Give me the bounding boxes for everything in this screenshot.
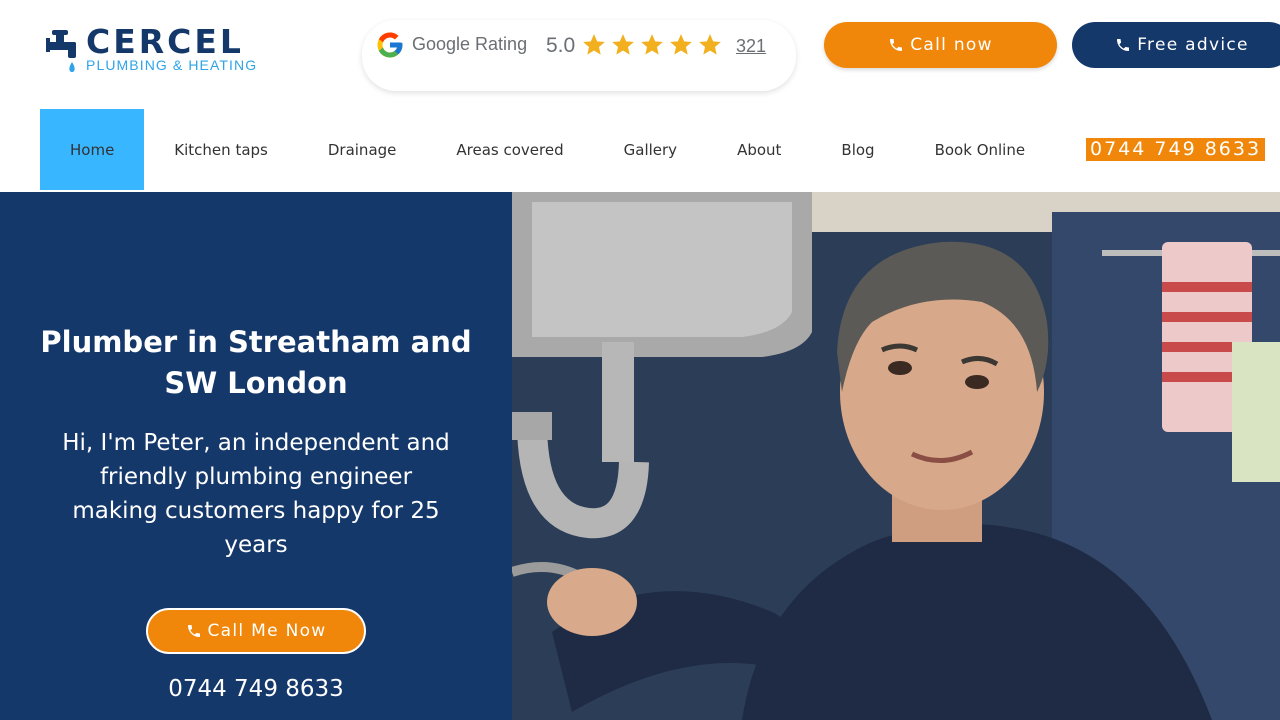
review-count-link[interactable]: 321 — [736, 36, 766, 57]
nav-phone-link[interactable]: 0744 749 8633 — [1086, 138, 1266, 161]
main-nav: Home Kitchen taps Drainage Areas covered… — [40, 109, 1055, 190]
hero-panel: Plumber in Streatham and SW London Hi, I… — [0, 192, 512, 720]
nav-item-areas-covered[interactable]: Areas covered — [426, 109, 593, 190]
star-icon — [670, 34, 692, 55]
call-me-now-label: Call Me Now — [207, 621, 327, 641]
hero-intro-text: Hi, I'm Peter, an independent and friend… — [62, 430, 450, 558]
site-header: CERCEL PLUMBING & HEATING Google Rating … — [0, 0, 1280, 192]
google-rating-badge[interactable]: Google Rating 5.0 321 — [362, 20, 796, 91]
star-icon — [699, 34, 721, 55]
nav-item-gallery[interactable]: Gallery — [594, 109, 707, 190]
logo-tagline: PLUMBING & HEATING — [86, 57, 258, 73]
tap-icon — [46, 30, 76, 72]
call-now-label: Call now — [910, 35, 993, 55]
free-advice-button[interactable]: Free advice — [1072, 22, 1280, 68]
phone-icon — [1117, 39, 1130, 51]
nav-item-home[interactable]: Home — [40, 109, 145, 190]
nav-item-blog[interactable]: Blog — [811, 109, 904, 190]
rating-provider-label: Google Rating — [412, 34, 528, 54]
nav-item-kitchen-taps[interactable]: Kitchen taps — [144, 109, 298, 190]
star-icon — [641, 34, 663, 55]
plumber-photo — [512, 192, 1280, 720]
rating-score: 5.0 — [546, 34, 576, 57]
hero-title: Plumber in Streatham and SW London — [40, 325, 472, 400]
cercel-logo[interactable]: CERCEL PLUMBING & HEATING — [44, 22, 276, 76]
phone-icon — [890, 39, 903, 51]
call-me-now-button[interactable]: Call Me Now — [146, 608, 366, 654]
rating-stars — [581, 32, 723, 58]
star-icon — [612, 34, 634, 55]
star-icon — [583, 34, 605, 55]
free-advice-label: Free advice — [1137, 35, 1249, 55]
phone-icon — [187, 625, 200, 637]
nav-item-about[interactable]: About — [707, 109, 811, 190]
hero-photo — [512, 192, 1280, 720]
nav-item-book-online[interactable]: Book Online — [905, 109, 1055, 190]
call-now-button[interactable]: Call now — [824, 22, 1057, 68]
hero-phone-number[interactable]: 0744 749 8633 — [0, 676, 512, 702]
logo-wordmark: CERCEL — [86, 22, 244, 61]
google-g-icon — [377, 32, 403, 58]
nav-item-drainage[interactable]: Drainage — [298, 109, 427, 190]
